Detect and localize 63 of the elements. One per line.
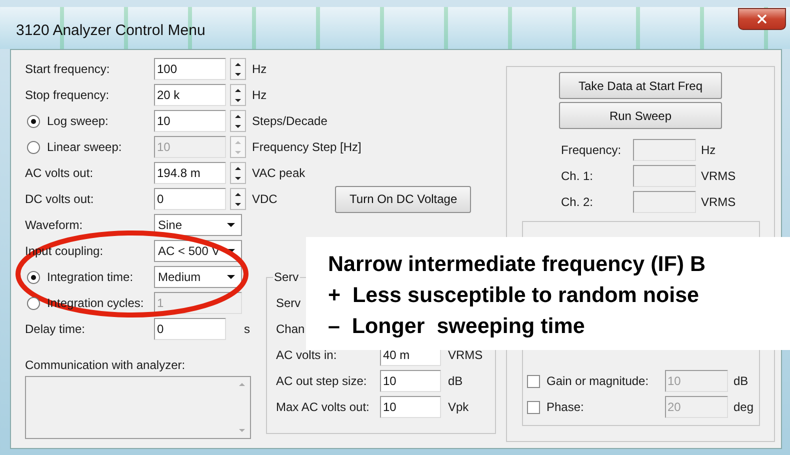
annotation-text: – Longer sweeping time xyxy=(328,313,586,340)
field-label: DC volts out: xyxy=(25,192,95,206)
action-button[interactable]: Take Data at Start Freq xyxy=(559,72,722,99)
unit-label: dB xyxy=(448,374,463,388)
dc-voltage-button[interactable]: Turn On DC Voltage xyxy=(335,186,472,212)
unit-label: Frequency Step [Hz] xyxy=(252,140,362,154)
field-label: Ch. 2: xyxy=(561,195,594,209)
window-title: 3120 Analyzer Control Menu xyxy=(16,22,206,38)
dropdown[interactable]: Medium xyxy=(154,266,242,288)
field-label: Delay time: xyxy=(25,322,86,336)
unit-label: s xyxy=(244,322,250,336)
radio-button[interactable] xyxy=(27,114,40,128)
field-label: Start frequency: xyxy=(25,62,111,76)
input-field[interactable]: 10 xyxy=(380,396,441,418)
field-label: AC volts in: xyxy=(276,348,338,362)
readout-field xyxy=(633,139,696,161)
number-field[interactable]: 0 xyxy=(154,188,226,210)
unit-label: Hz xyxy=(252,62,267,76)
input-field[interactable]: 0 xyxy=(154,318,226,340)
unit-label: dB xyxy=(734,374,748,388)
close-button[interactable] xyxy=(738,8,786,30)
field-label: Max AC volts out: xyxy=(276,400,370,414)
unit-label: VRMS xyxy=(701,169,736,183)
readout-field xyxy=(633,191,696,213)
annotation-text: Narrow intermediate frequency (IF) B xyxy=(328,251,707,278)
unit-label: VDC xyxy=(252,192,278,206)
radio-label: Linear sweep: xyxy=(47,140,122,154)
spinner[interactable] xyxy=(230,188,246,210)
input-field[interactable]: 10 xyxy=(380,370,441,392)
unit-label: Vpk xyxy=(448,400,469,414)
field-label: AC volts out: xyxy=(25,166,94,180)
unit-label: Hz xyxy=(252,88,267,102)
field-label: Waveform: xyxy=(25,218,84,232)
spinner[interactable] xyxy=(230,84,246,106)
unit-label: Steps/Decade xyxy=(252,114,328,128)
radio-label: Log sweep: xyxy=(47,114,108,128)
number-field[interactable]: 100 xyxy=(154,58,226,80)
unit-label: Hz xyxy=(701,143,716,157)
radio-button[interactable] xyxy=(27,270,40,284)
number-field[interactable]: 10 xyxy=(154,110,226,132)
field-label: Serv xyxy=(276,296,301,310)
unit-label: deg xyxy=(734,400,754,414)
radio-label: Integration time: xyxy=(47,270,134,284)
field-label: AC out step size: xyxy=(276,374,368,388)
section-label: Communication with analyzer: xyxy=(25,358,186,372)
spinner[interactable] xyxy=(230,58,246,80)
annotation-text: + Less susceptible to random noise xyxy=(328,282,700,309)
field-label: Ch. 1: xyxy=(561,169,594,183)
close-icon xyxy=(755,12,769,26)
dropdown[interactable]: Sine xyxy=(154,214,242,236)
spinner[interactable] xyxy=(230,110,246,132)
field-label: Chan xyxy=(276,322,305,336)
field-label: Stop frequency: xyxy=(25,88,110,102)
spinner[interactable] xyxy=(230,162,246,184)
action-button[interactable]: Run Sweep xyxy=(559,102,722,129)
unit-label: VAC peak xyxy=(252,166,306,180)
group-title: Serv xyxy=(273,270,300,284)
number-field[interactable]: 20 k xyxy=(154,84,226,106)
field-label: Frequency: xyxy=(561,143,622,157)
unit-label: VRMS xyxy=(701,195,736,209)
number-field[interactable]: 194.8 m xyxy=(154,162,226,184)
readout-field xyxy=(633,165,696,187)
unit-label: VRMS xyxy=(448,348,483,362)
